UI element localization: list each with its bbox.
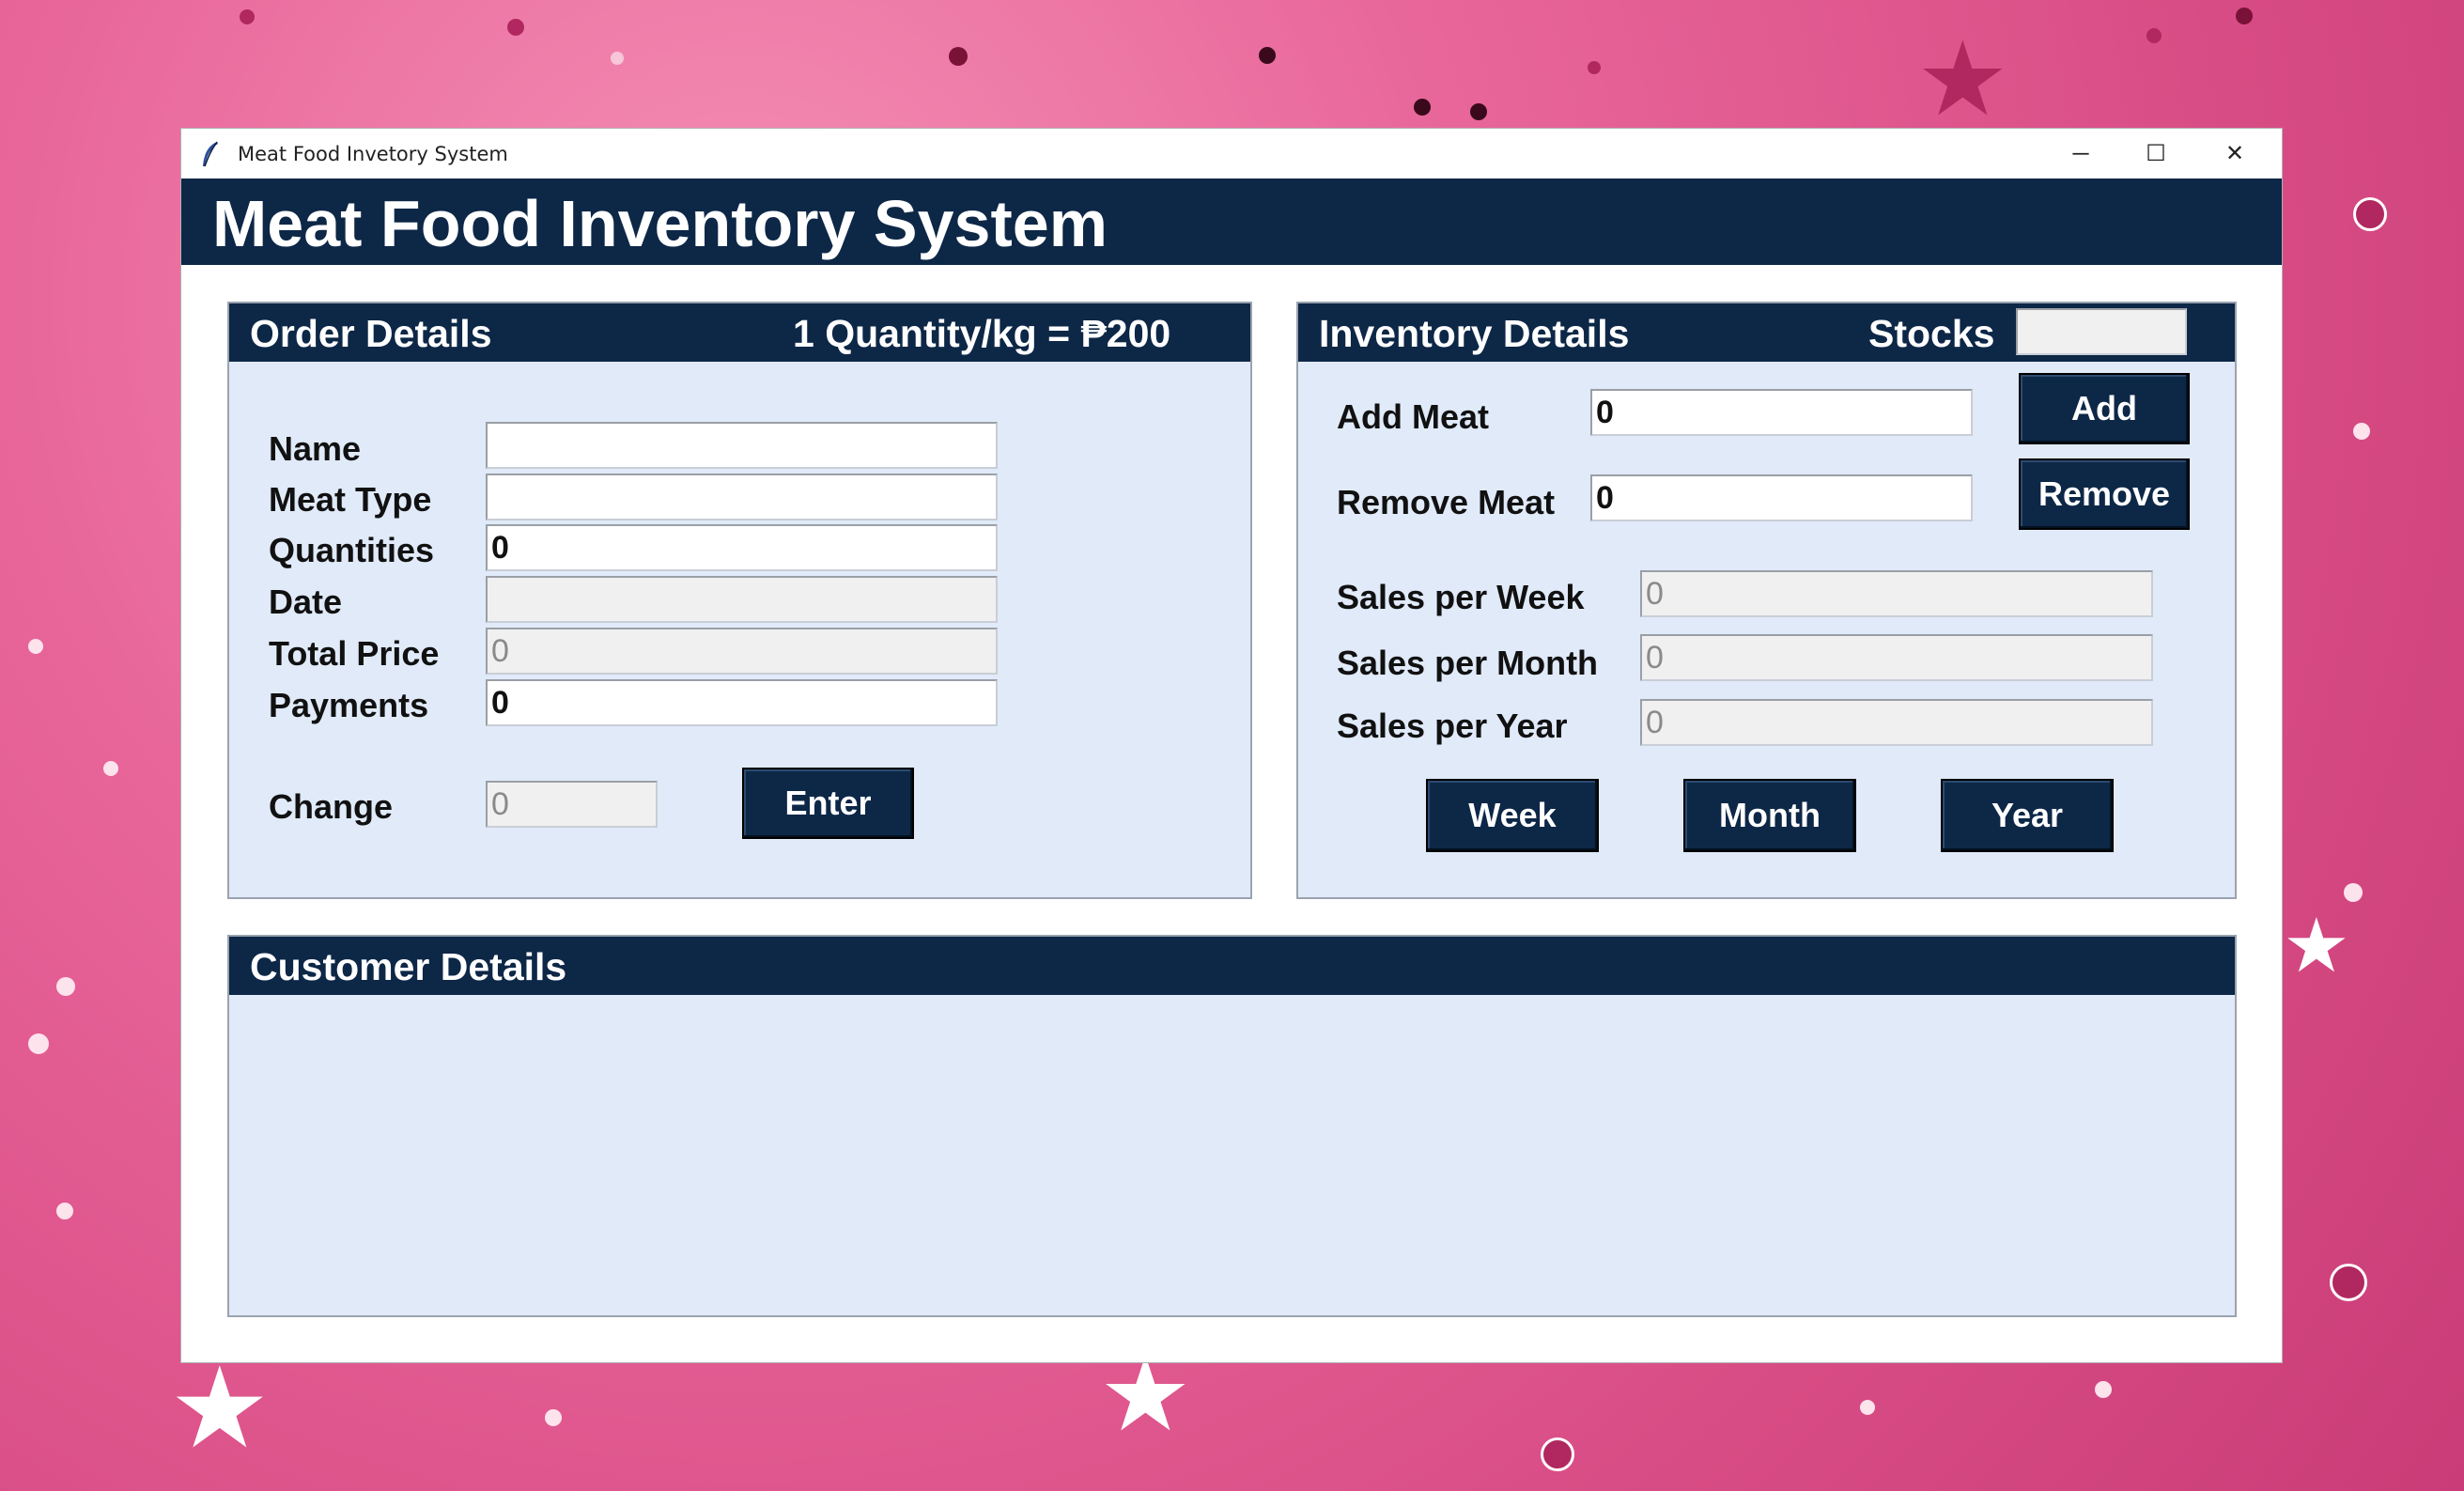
sales-per-month-field (1640, 634, 2153, 681)
year-button[interactable]: Year (1941, 779, 2114, 852)
app-header: Meat Food Inventory System (181, 179, 2282, 265)
order-details-title: Order Details (250, 312, 492, 355)
inventory-details-title: Inventory Details (1319, 312, 1630, 355)
sales-per-year-label: Sales per Year (1337, 707, 1568, 745)
maximize-icon: ☐ (2146, 141, 2166, 166)
name-label: Name (269, 429, 362, 468)
stocks-field (2016, 308, 2187, 355)
name-input[interactable] (486, 422, 998, 469)
title-bar: Meat Food Invetory System ─ ☐ ✕ (181, 129, 2282, 179)
quantities-input[interactable] (486, 524, 998, 571)
app-window: Meat Food Invetory System ─ ☐ ✕ Meat Foo… (181, 129, 2282, 1362)
close-icon: ✕ (2224, 141, 2245, 166)
meat-type-label: Meat Type (269, 480, 432, 519)
stocks-label: Stocks (1868, 312, 1995, 355)
app-title: Meat Food Inventory System (212, 187, 1108, 260)
sales-per-month-label: Sales per Month (1337, 644, 1599, 682)
minimize-icon: ─ (2072, 140, 2089, 166)
quantities-label: Quantities (269, 531, 435, 569)
price-rate-label: 1 Quantity/kg = ₱200 (793, 312, 1171, 355)
change-field (486, 781, 658, 828)
order-details-panel: Order Details 1 Quantity/kg = ₱200 Name … (227, 302, 1252, 899)
customer-details-list[interactable] (229, 995, 2235, 1315)
order-details-header: Order Details 1 Quantity/kg = ₱200 (229, 303, 1250, 362)
add-meat-label: Add Meat (1337, 397, 1489, 436)
date-label: Date (269, 582, 343, 621)
enter-button[interactable]: Enter (742, 768, 914, 839)
date-field (486, 576, 998, 623)
window-title: Meat Food Invetory System (238, 142, 508, 165)
remove-meat-label: Remove Meat (1337, 483, 1556, 521)
customer-details-header: Customer Details (229, 937, 2235, 995)
maximize-button[interactable]: ☐ (2118, 129, 2193, 179)
sales-per-week-field (1640, 570, 2153, 617)
remove-meat-input[interactable] (1590, 474, 1973, 521)
payments-label: Payments (269, 686, 429, 724)
payments-input[interactable] (486, 679, 998, 726)
week-button[interactable]: Week (1426, 779, 1599, 852)
change-label: Change (269, 787, 394, 826)
close-button[interactable]: ✕ (2197, 129, 2272, 179)
minimize-button[interactable]: ─ (2043, 129, 2118, 179)
customer-details-panel: Customer Details (227, 935, 2237, 1317)
total-price-field (486, 628, 998, 675)
month-button[interactable]: Month (1683, 779, 1856, 852)
inventory-details-panel: Inventory Details Stocks Add Meat Add Re… (1296, 302, 2237, 899)
sales-per-year-field (1640, 699, 2153, 746)
meat-type-input[interactable] (486, 474, 998, 520)
add-button[interactable]: Add (2019, 373, 2190, 444)
feather-icon (200, 140, 221, 168)
customer-details-title: Customer Details (250, 945, 567, 988)
add-meat-input[interactable] (1590, 389, 1973, 436)
total-price-label: Total Price (269, 634, 440, 673)
remove-button[interactable]: Remove (2019, 458, 2190, 530)
inventory-details-header: Inventory Details Stocks (1298, 303, 2235, 362)
sales-per-week-label: Sales per Week (1337, 578, 1585, 616)
